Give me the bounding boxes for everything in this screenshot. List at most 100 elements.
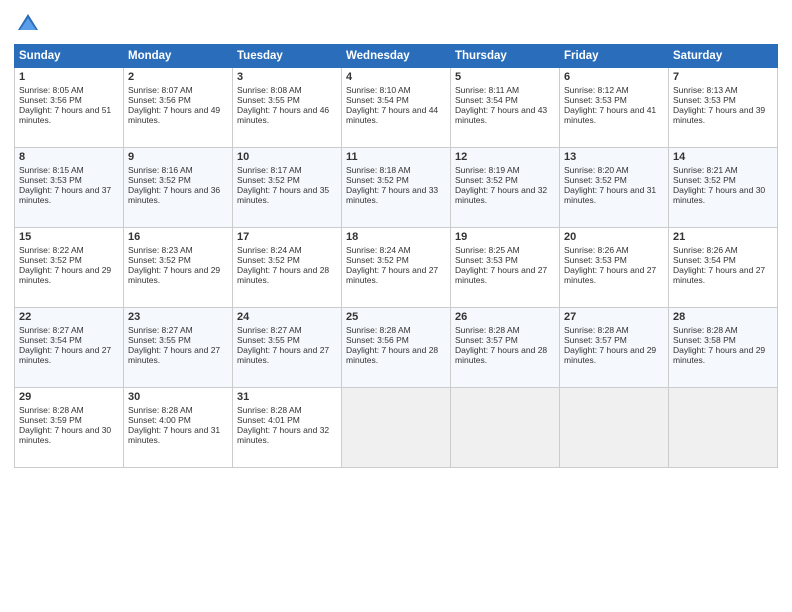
day-number: 19 [455,231,555,243]
calendar-cell: 14Sunrise: 8:21 AMSunset: 3:52 PMDayligh… [669,148,778,228]
day-number: 18 [346,231,446,243]
daylight: Daylight: 7 hours and 39 minutes. [673,105,765,125]
sunset: Sunset: 3:55 PM [237,95,300,105]
sunset: Sunset: 3:54 PM [19,335,82,345]
calendar-cell: 3Sunrise: 8:08 AMSunset: 3:55 PMDaylight… [233,68,342,148]
sunset: Sunset: 3:52 PM [346,255,409,265]
sunrise: Sunrise: 8:07 AM [128,85,193,95]
daylight: Daylight: 7 hours and 27 minutes. [346,265,438,285]
day-number: 20 [564,231,664,243]
calendar-cell: 15Sunrise: 8:22 AMSunset: 3:52 PMDayligh… [15,228,124,308]
sunset: Sunset: 4:00 PM [128,415,191,425]
sunrise: Sunrise: 8:16 AM [128,165,193,175]
sunset: Sunset: 3:52 PM [673,175,736,185]
sunset: Sunset: 3:59 PM [19,415,82,425]
header-day: Sunday [15,45,124,68]
sunrise: Sunrise: 8:28 AM [564,325,629,335]
day-number: 25 [346,311,446,323]
sunrise: Sunrise: 8:28 AM [128,405,193,415]
sunset: Sunset: 3:53 PM [673,95,736,105]
daylight: Daylight: 7 hours and 28 minutes. [346,345,438,365]
daylight: Daylight: 7 hours and 29 minutes. [19,265,111,285]
daylight: Daylight: 7 hours and 31 minutes. [564,185,656,205]
sunset: Sunset: 3:52 PM [128,175,191,185]
sunset: Sunset: 3:52 PM [346,175,409,185]
daylight: Daylight: 7 hours and 41 minutes. [564,105,656,125]
calendar-cell: 8Sunrise: 8:15 AMSunset: 3:53 PMDaylight… [15,148,124,228]
header-day: Friday [560,45,669,68]
day-number: 12 [455,151,555,163]
sunset: Sunset: 3:52 PM [128,255,191,265]
sunset: Sunset: 3:52 PM [237,175,300,185]
calendar-cell: 10Sunrise: 8:17 AMSunset: 3:52 PMDayligh… [233,148,342,228]
calendar-cell: 25Sunrise: 8:28 AMSunset: 3:56 PMDayligh… [342,308,451,388]
day-number: 24 [237,311,337,323]
day-number: 10 [237,151,337,163]
calendar-week-row: 15Sunrise: 8:22 AMSunset: 3:52 PMDayligh… [15,228,778,308]
sunrise: Sunrise: 8:28 AM [237,405,302,415]
calendar-cell: 11Sunrise: 8:18 AMSunset: 3:52 PMDayligh… [342,148,451,228]
daylight: Daylight: 7 hours and 28 minutes. [455,345,547,365]
calendar-cell: 28 Sunrise: 8:28 AMSunset: 3:58 PMDayligh… [669,308,778,388]
calendar-cell: 19Sunrise: 8:25 AMSunset: 3:53 PMDayligh… [451,228,560,308]
day-number: 4 [346,71,446,83]
day-number: 28 [673,311,773,323]
sunrise: Sunrise: 8:22 AM [19,245,84,255]
daylight: Daylight: 7 hours and 29 minutes. [564,345,656,365]
calendar-cell: 18 Sunrise: 8:24 AMSunset: 3:52 PMDayligh… [342,228,451,308]
sunset: Sunset: 3:53 PM [564,255,627,265]
sunset: Sunset: 3:56 PM [128,95,191,105]
sunset: Sunset: 3:56 PM [346,335,409,345]
day-number: 26 [455,311,555,323]
day-number: 9 [128,151,228,163]
logo-icon [14,10,42,38]
sunrise: Sunrise: 8:24 AM [237,245,302,255]
calendar-cell: 21Sunrise: 8:26 AMSunset: 3:54 PMDayligh… [669,228,778,308]
page: SundayMondayTuesdayWednesdayThursdayFrid… [0,0,792,612]
day-number: 6 [564,71,664,83]
calendar-cell: 1 Sunrise: 8:05 AMSunset: 3:56 PMDaylight… [15,68,124,148]
sunset: Sunset: 3:56 PM [19,95,82,105]
daylight: Daylight: 7 hours and 27 minutes. [455,265,547,285]
calendar-cell: 30Sunrise: 8:28 AMSunset: 4:00 PMDayligh… [124,388,233,468]
daylight: Daylight: 7 hours and 51 minutes. [19,105,111,125]
calendar-cell: 26Sunrise: 8:28 AMSunset: 3:57 PMDayligh… [451,308,560,388]
sunrise: Sunrise: 8:28 AM [19,405,84,415]
sunrise: Sunrise: 8:05 AM [19,85,84,95]
sunrise: Sunrise: 8:19 AM [455,165,520,175]
header-day: Wednesday [342,45,451,68]
daylight: Daylight: 7 hours and 27 minutes. [19,345,111,365]
sunrise: Sunrise: 8:24 AM [346,245,411,255]
day-number: 3 [237,71,337,83]
sunset: Sunset: 3:53 PM [455,255,518,265]
calendar-cell [451,388,560,468]
daylight: Daylight: 7 hours and 32 minutes. [455,185,547,205]
sunrise: Sunrise: 8:12 AM [564,85,629,95]
calendar-cell: 12Sunrise: 8:19 AMSunset: 3:52 PMDayligh… [451,148,560,228]
calendar-cell: 29Sunrise: 8:28 AMSunset: 3:59 PMDayligh… [15,388,124,468]
sunrise: Sunrise: 8:15 AM [19,165,84,175]
daylight: Daylight: 7 hours and 27 minutes. [237,345,329,365]
calendar-cell: 20Sunrise: 8:26 AMSunset: 3:53 PMDayligh… [560,228,669,308]
header-day: Tuesday [233,45,342,68]
sunrise: Sunrise: 8:13 AM [673,85,738,95]
header-day: Monday [124,45,233,68]
sunset: Sunset: 3:57 PM [564,335,627,345]
header-row: SundayMondayTuesdayWednesdayThursdayFrid… [15,45,778,68]
sunrise: Sunrise: 8:08 AM [237,85,302,95]
daylight: Daylight: 7 hours and 29 minutes. [673,345,765,365]
calendar-cell: 9Sunrise: 8:16 AMSunset: 3:52 PMDaylight… [124,148,233,228]
day-number: 8 [19,151,119,163]
calendar-week-row: 29Sunrise: 8:28 AMSunset: 3:59 PMDayligh… [15,388,778,468]
day-number: 16 [128,231,228,243]
sunset: Sunset: 3:54 PM [346,95,409,105]
calendar-cell: 17Sunrise: 8:24 AMSunset: 3:52 PMDayligh… [233,228,342,308]
day-number: 11 [346,151,446,163]
day-number: 1 [19,71,119,83]
sunset: Sunset: 3:58 PM [673,335,736,345]
day-number: 15 [19,231,119,243]
sunrise: Sunrise: 8:20 AM [564,165,629,175]
daylight: Daylight: 7 hours and 35 minutes. [237,185,329,205]
sunrise: Sunrise: 8:28 AM [673,325,738,335]
sunrise: Sunrise: 8:28 AM [455,325,520,335]
